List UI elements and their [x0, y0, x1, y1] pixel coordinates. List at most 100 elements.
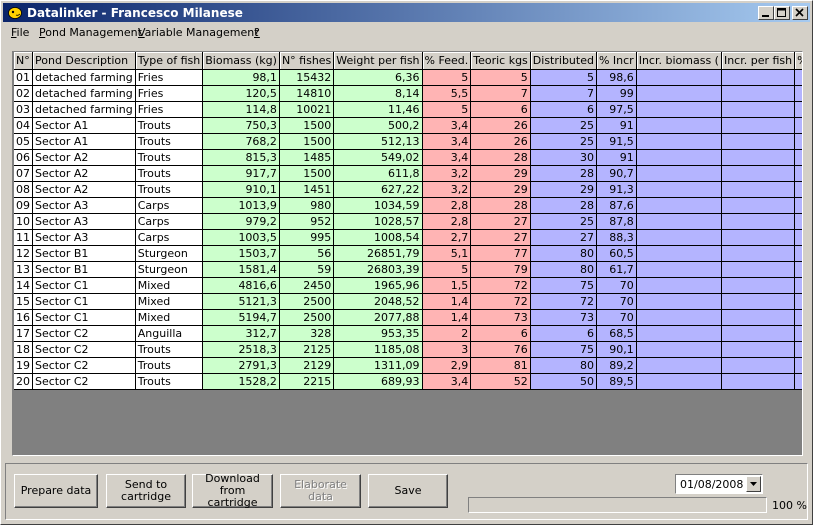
incr-percent-cell[interactable]: 98,6: [596, 69, 637, 86]
biomass-cell[interactable]: 815,3: [202, 149, 280, 166]
incr-biomass-cell[interactable]: [636, 149, 722, 166]
biomass-cell[interactable]: 312,7: [202, 325, 280, 342]
tot-today-cell[interactable]: [794, 373, 802, 390]
biomass-cell[interactable]: 917,7: [202, 165, 280, 182]
table-row[interactable]: 15 Sector C1 Mixed 5121,3 2500 2048,52 1,4 72 72…: [14, 293, 802, 310]
pond-number-cell[interactable]: 18: [14, 341, 33, 358]
table-row[interactable]: 12 Sector B1 Sturgeon 1503,7 56 26851,79 5,1 77…: [14, 245, 802, 262]
fish-count-cell[interactable]: 56: [279, 245, 335, 262]
fish-type-cell[interactable]: Carps: [135, 197, 204, 214]
table-row[interactable]: 13 Sector B1 Sturgeon 1581,4 59 26803,39 5 79 80…: [14, 261, 802, 278]
pond-number-cell[interactable]: 09: [14, 197, 33, 214]
feed-percent-cell[interactable]: 3,4: [422, 149, 472, 166]
distributed-cell[interactable]: 28: [530, 197, 597, 214]
pond-number-cell[interactable]: 02: [14, 85, 33, 102]
minimize-button[interactable]: [758, 6, 774, 20]
feed-percent-cell[interactable]: 3,4: [422, 117, 472, 134]
title-bar[interactable]: Datalinker - Francesco Milanese: [3, 3, 810, 22]
incr-per-fish-cell[interactable]: [721, 101, 796, 118]
tot-today-cell[interactable]: [794, 325, 802, 342]
fish-type-cell[interactable]: Trouts: [135, 357, 204, 374]
pond-number-cell[interactable]: 16: [14, 309, 33, 326]
column-header[interactable]: Biomass (kg): [202, 52, 280, 70]
tot-today-cell[interactable]: [794, 341, 802, 358]
incr-biomass-cell[interactable]: [636, 309, 722, 326]
incr-percent-cell[interactable]: 91,3: [596, 181, 637, 198]
incr-biomass-cell[interactable]: [636, 165, 722, 182]
fish-type-cell[interactable]: Trouts: [135, 165, 204, 182]
pond-description-cell[interactable]: Sector C2: [32, 357, 136, 374]
feed-percent-cell[interactable]: 3,4: [422, 133, 472, 150]
incr-per-fish-cell[interactable]: [721, 181, 796, 198]
pond-number-cell[interactable]: 12: [14, 245, 33, 262]
menu-variable-management[interactable]: Variable Management: [138, 26, 259, 39]
tot-today-cell[interactable]: [794, 181, 802, 198]
incr-biomass-cell[interactable]: [636, 341, 722, 358]
incr-percent-cell[interactable]: 90,7: [596, 165, 637, 182]
distributed-cell[interactable]: 5: [530, 69, 597, 86]
incr-biomass-cell[interactable]: [636, 325, 722, 342]
feed-percent-cell[interactable]: 3: [422, 341, 472, 358]
fish-count-cell[interactable]: 328: [279, 325, 335, 342]
fish-type-cell[interactable]: Trouts: [135, 117, 204, 134]
incr-percent-cell[interactable]: 88,3: [596, 229, 637, 246]
table-row[interactable]: 04 Sector A1 Trouts 750,3 1500 500,2 3,4 26 25 91: [14, 117, 802, 134]
weight-per-fish-cell[interactable]: 1008,54: [333, 229, 423, 246]
distributed-cell[interactable]: 80: [530, 245, 597, 262]
fish-count-cell[interactable]: 2500: [279, 309, 335, 326]
pond-description-cell[interactable]: Sector A2: [32, 181, 136, 198]
teoric-kgs-cell[interactable]: 77: [470, 245, 531, 262]
fish-count-cell[interactable]: 2215: [279, 373, 335, 390]
fish-count-cell[interactable]: 1451: [279, 181, 335, 198]
pond-number-cell[interactable]: 20: [14, 373, 33, 390]
fish-type-cell[interactable]: Anguilla: [135, 325, 204, 342]
biomass-cell[interactable]: 5121,3: [202, 293, 280, 310]
pond-number-cell[interactable]: 19: [14, 357, 33, 374]
pond-description-cell[interactable]: Sector A1: [32, 117, 136, 134]
tot-today-cell[interactable]: [794, 309, 802, 326]
weight-per-fish-cell[interactable]: 611,8: [333, 165, 423, 182]
fish-count-cell[interactable]: 1485: [279, 149, 335, 166]
tot-today-cell[interactable]: [794, 261, 802, 278]
fish-count-cell[interactable]: 995: [279, 229, 335, 246]
close-button[interactable]: [792, 6, 808, 20]
biomass-cell[interactable]: 1013,9: [202, 197, 280, 214]
pond-number-cell[interactable]: 04: [14, 117, 33, 134]
incr-biomass-cell[interactable]: [636, 293, 722, 310]
distributed-cell[interactable]: 27: [530, 229, 597, 246]
table-row[interactable]: 10 Sector A3 Carps 979,2 952 1028,57 2,8 27 25 87…: [14, 213, 802, 230]
fish-type-cell[interactable]: Sturgeon: [135, 245, 204, 262]
incr-percent-cell[interactable]: 90,1: [596, 341, 637, 358]
distributed-cell[interactable]: 30: [530, 149, 597, 166]
feed-percent-cell[interactable]: 2,9: [422, 357, 472, 374]
fish-type-cell[interactable]: Carps: [135, 229, 204, 246]
table-row[interactable]: 09 Sector A3 Carps 1013,9 980 1034,59 2,8 28 28 8…: [14, 197, 802, 214]
feed-percent-cell[interactable]: 5: [422, 261, 472, 278]
tot-today-cell[interactable]: [794, 133, 802, 150]
table-row[interactable]: 17 Sector C2 Anguilla 312,7 328 953,35 2 6 6 68,5: [14, 325, 802, 342]
fish-count-cell[interactable]: 2450: [279, 277, 335, 294]
feed-percent-cell[interactable]: 5,5: [422, 85, 472, 102]
distributed-cell[interactable]: 6: [530, 325, 597, 342]
tot-today-cell[interactable]: [794, 101, 802, 118]
incr-per-fish-cell[interactable]: [721, 309, 796, 326]
incr-per-fish-cell[interactable]: [721, 245, 796, 262]
pond-number-cell[interactable]: 06: [14, 149, 33, 166]
column-header[interactable]: Teoric kgs: [470, 52, 531, 70]
date-dropdown-button[interactable]: [746, 476, 761, 492]
fish-type-cell[interactable]: Trouts: [135, 181, 204, 198]
biomass-cell[interactable]: 98,1: [202, 69, 280, 86]
incr-biomass-cell[interactable]: [636, 181, 722, 198]
column-header[interactable]: N°: [14, 52, 33, 70]
date-picker[interactable]: 01/08/2008: [675, 474, 763, 494]
feed-percent-cell[interactable]: 5: [422, 101, 472, 118]
tot-today-cell[interactable]: [794, 85, 802, 102]
pond-number-cell[interactable]: 07: [14, 165, 33, 182]
teoric-kgs-cell[interactable]: 27: [470, 213, 531, 230]
table-row[interactable]: 19 Sector C2 Trouts 2791,3 2129 1311,09 2,9 81 8…: [14, 357, 802, 374]
incr-per-fish-cell[interactable]: [721, 117, 796, 134]
teoric-kgs-cell[interactable]: 26: [470, 133, 531, 150]
incr-percent-cell[interactable]: 68,5: [596, 325, 637, 342]
incr-per-fish-cell[interactable]: [721, 357, 796, 374]
distributed-cell[interactable]: 75: [530, 277, 597, 294]
